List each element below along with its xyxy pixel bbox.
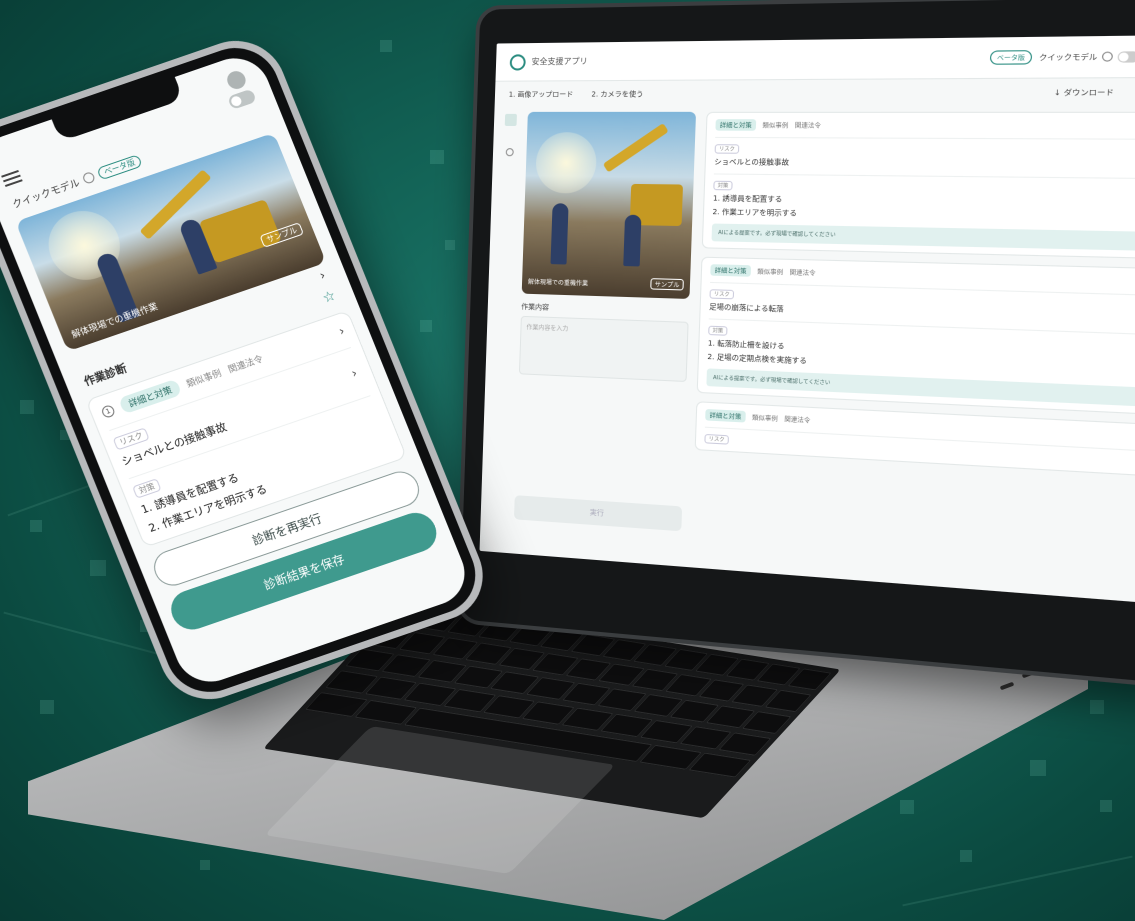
chevron-right-icon[interactable]: › — [337, 323, 347, 338]
result-card: 詳細と対策 類似事例 関連法令 ☆ リスク 足場の崩落による転落 › 対策 1.… — [696, 256, 1135, 415]
worker-figure — [550, 203, 569, 265]
info-icon[interactable] — [1101, 51, 1114, 62]
side-rail — [490, 112, 518, 519]
beta-badge: ベータ版 — [989, 50, 1033, 65]
ai-note: AIによる提案です。必ず現場で確認してください — [711, 223, 1135, 251]
result-card: 詳細と対策 類似事例 関連法令 ☆ リスク ショベルとの接触事故 › 対策 1.… — [701, 111, 1135, 260]
measure-item: 2. 作業エリアを明示する — [712, 207, 798, 218]
sample-chip[interactable]: サンプル — [650, 278, 684, 291]
results-panel: 詳細と対策 類似事例 関連法令 ☆ リスク ショベルとの接触事故 › 対策 1.… — [692, 111, 1135, 565]
download-button[interactable]: ↓ ダウンロード — [1054, 87, 1114, 98]
tab-laws[interactable]: 関連法令 — [784, 414, 810, 425]
info-icon[interactable] — [505, 148, 514, 157]
tab-similar[interactable]: 類似事例 — [757, 266, 783, 277]
laptop-lid: 安全支援アプリ ベータ版 クイックモデル 1. 画像アップロード 2. カメラを… — [459, 0, 1135, 685]
risk-tag: リスク — [709, 289, 735, 300]
quick-model-toggle[interactable] — [227, 88, 257, 110]
tab-details[interactable]: 詳細と対策 — [715, 119, 757, 131]
app-header: 安全支援アプリ ベータ版 クイックモデル — [495, 35, 1135, 82]
tab-details[interactable]: 詳細と対策 — [705, 408, 746, 423]
info-icon[interactable] — [81, 170, 97, 185]
image-icon[interactable] — [504, 113, 517, 126]
toolbar: 1. 画像アップロード 2. カメラを使う ↓ ダウンロード 保存 — [495, 78, 1135, 108]
laptop-screen: 安全支援アプリ ベータ版 クイックモデル 1. 画像アップロード 2. カメラを… — [479, 35, 1135, 605]
tab-laws[interactable]: 関連法令 — [795, 120, 822, 129]
photo-caption: 解体現場での重機作業 — [527, 278, 589, 288]
notes-label: 作業内容 — [521, 302, 550, 312]
risk-text: ショベルとの接触事故 — [714, 157, 790, 167]
measure-tag: 対策 — [713, 180, 733, 191]
tab-similar[interactable]: 類似事例 — [752, 412, 778, 423]
logo-icon — [509, 53, 526, 71]
risk-tag: リスク — [714, 144, 740, 154]
risk-tag: リスク — [704, 433, 729, 445]
upload-button[interactable]: 1. 画像アップロード — [509, 89, 574, 99]
chevron-right-icon[interactable]: › — [318, 268, 328, 283]
worker-figure — [623, 214, 642, 267]
tab-similar[interactable]: 類似事例 — [762, 120, 788, 129]
notes-input[interactable]: 作業内容を入力 — [518, 315, 689, 383]
site-photo[interactable]: 解体現場での重機作業 サンプル — [521, 111, 697, 299]
tab-similar[interactable]: 類似事例 — [184, 366, 223, 390]
star-icon[interactable]: ☆ — [320, 288, 338, 307]
camera-button[interactable]: 2. カメラを使う — [591, 89, 643, 99]
quick-model-label: クイックモデル — [1038, 52, 1098, 62]
tab-laws[interactable]: 関連法令 — [226, 352, 265, 376]
quick-model-toggle[interactable] — [1117, 50, 1135, 63]
tab-details[interactable]: 詳細と対策 — [710, 264, 752, 277]
app-name: 安全支援アプリ — [531, 56, 588, 67]
run-button[interactable]: 実行 — [513, 495, 683, 532]
excavator-arm — [602, 123, 669, 173]
result-card: 詳細と対策 類似事例 関連法令 ☆ リスク — [694, 401, 1135, 477]
menu-icon[interactable] — [1, 169, 23, 187]
tab-laws[interactable]: 関連法令 — [789, 267, 815, 277]
result-number: 1 — [100, 403, 116, 419]
measure-tag: 対策 — [708, 325, 728, 336]
